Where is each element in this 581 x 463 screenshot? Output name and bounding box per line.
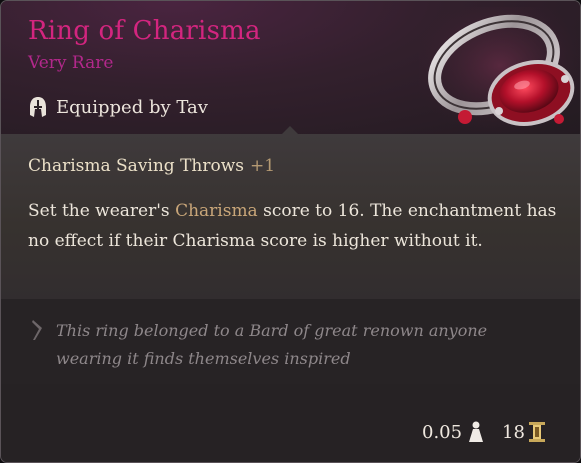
tooltip-header: Ring of Charisma Very Rare Equipped by T… [1, 1, 580, 137]
quill-icon [29, 319, 47, 341]
lore-text: This ring belonged to a Bard of great re… [56, 321, 488, 368]
item-rarity: Very Rare [28, 53, 114, 73]
item-tooltip: Ring of Charisma Very Rare Equipped by T… [0, 0, 581, 463]
equipped-status: Equipped by Tav [28, 93, 208, 121]
bonus-value: +1 [250, 156, 276, 176]
divider-notch [282, 126, 298, 134]
weight-icon [467, 420, 485, 444]
bonus-label: Charisma Saving Throws [28, 156, 245, 176]
ring-icon [419, 7, 580, 137]
bonus-line: Charisma Saving Throws +1 [28, 156, 275, 176]
weight-value: 0.05 [422, 422, 463, 443]
gold-value: 18 [502, 422, 525, 443]
helmet-icon [28, 96, 48, 118]
item-name: Ring of Charisma [28, 16, 261, 46]
item-description: Set the wearer's Charisma score to 16. T… [28, 196, 558, 256]
tooltip-footer: 0.05 18 [1, 384, 580, 462]
coin-icon [529, 422, 545, 442]
lore-section: This ring belonged to a Bard of great re… [1, 299, 580, 384]
item-details: Charisma Saving Throws +1 Set the wearer'… [1, 134, 580, 299]
equipped-label: Equipped by Tav [56, 96, 208, 118]
description-text: Set the wearer's [28, 201, 176, 221]
charisma-keyword[interactable]: Charisma [175, 201, 258, 221]
